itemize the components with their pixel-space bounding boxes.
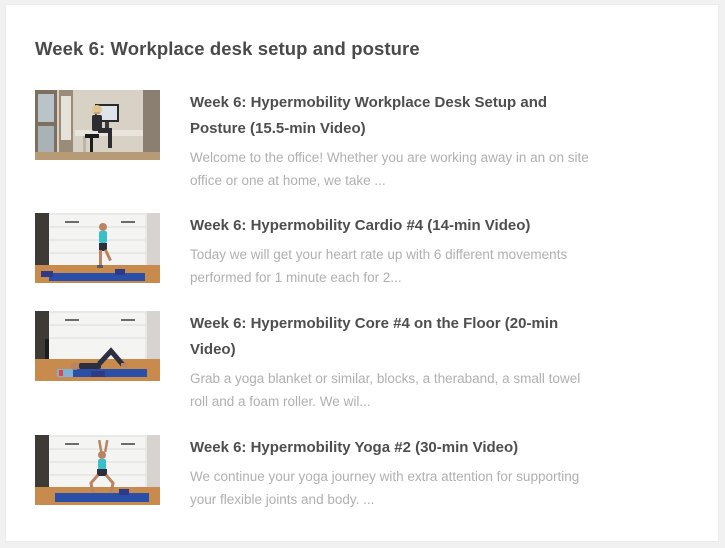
section-title: Week 6: Workplace desk setup and posture: [35, 38, 420, 59]
lesson-excerpt: Grab a yoga blanket or similar, blocks, …: [190, 371, 581, 409]
lesson-title-link[interactable]: Week 6: Hypermobility Cardio #4 (14-min …: [190, 213, 595, 239]
lesson-list-card: Week 6: Workplace desk setup and posture: [6, 5, 718, 541]
floor-core-thumbnail: [35, 311, 160, 381]
lesson-title-link[interactable]: Week 6: Hypermobility Core #4 on the Flo…: [190, 311, 595, 363]
video-thumbnail[interactable]: [35, 435, 160, 505]
office-desk-thumbnail: [35, 90, 160, 160]
lesson-excerpt: Today we will get your heart rate up wit…: [190, 247, 568, 285]
yoga-thumbnail: [35, 435, 160, 505]
video-thumbnail[interactable]: [35, 311, 160, 381]
lesson-title-link[interactable]: Week 6: Hypermobility Workplace Desk Set…: [190, 90, 595, 142]
lesson-excerpt: We continue your yoga journey with extra…: [190, 469, 580, 507]
cardio-exercise-thumbnail: [35, 213, 160, 283]
video-thumbnail[interactable]: [35, 213, 160, 283]
video-thumbnail[interactable]: [35, 90, 160, 160]
lesson-excerpt: Welcome to the office! Whether you are w…: [190, 150, 589, 188]
lesson-title-link[interactable]: Week 6: Hypermobility Yoga #2 (30-min Vi…: [190, 435, 595, 461]
